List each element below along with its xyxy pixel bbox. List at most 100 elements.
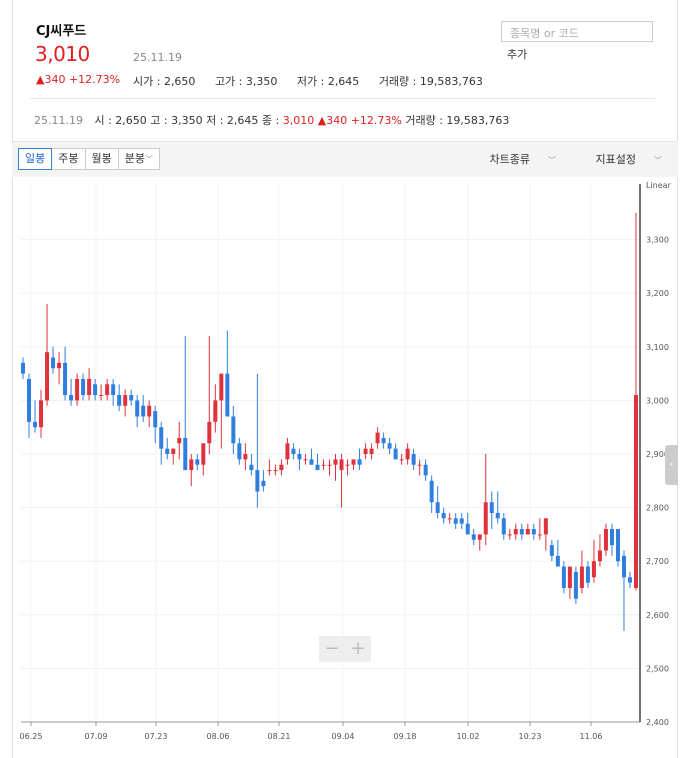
candle-body (189, 459, 194, 471)
candle-body (237, 443, 242, 460)
tab-weekly[interactable]: 주봉 (51, 148, 86, 170)
zoom-out-button[interactable]: − (319, 636, 345, 662)
candle-body (387, 443, 392, 449)
candle-body (549, 545, 554, 556)
candle-body (543, 518, 548, 535)
candle-body (411, 454, 416, 465)
candle-body (579, 566, 584, 588)
candle-body (471, 534, 476, 540)
period-tabs: 일봉 주봉 월봉 분봉﹀ (18, 148, 160, 170)
candle-body (333, 459, 338, 465)
summary-open: 시 : 2,650 (94, 114, 147, 127)
x-tick-label: 10.02 (457, 732, 480, 741)
candle-body (105, 384, 110, 396)
chevron-down-icon: ﹀ (548, 156, 557, 165)
candle-body (297, 454, 302, 460)
candle-body (405, 448, 410, 460)
candle-body (153, 411, 158, 428)
chart-toolbar: 일봉 주봉 월봉 분봉﹀ 차트종류 ﹀ 지표설정 ﹀ (12, 141, 678, 177)
y-tick-label: 3,100 (646, 343, 669, 352)
candle-body (177, 437, 182, 444)
x-tick-label: 11.06 (580, 732, 603, 741)
candle-body (123, 395, 128, 406)
candle-body (609, 529, 614, 546)
candle-body (327, 464, 332, 466)
candle-body (345, 464, 350, 466)
side-panel-toggle[interactable]: ‹ (665, 445, 678, 485)
candle-body (585, 566, 590, 583)
candle-body (634, 395, 638, 588)
add-button[interactable]: 추가 (507, 46, 527, 62)
candle-body (627, 577, 632, 583)
chart-type-menu[interactable]: 차트종류 ﹀ (472, 153, 556, 166)
tab-minute[interactable]: 분봉﹀ (117, 148, 160, 170)
open-price: 시가 : 2,650 (133, 75, 196, 88)
candle-body (597, 550, 602, 562)
candle-body (315, 464, 320, 471)
zoom-in-button[interactable]: + (345, 636, 371, 662)
candle-body (561, 566, 566, 588)
candle-body (213, 400, 218, 422)
candle-body (219, 373, 224, 401)
divider (30, 98, 655, 99)
candle-body (351, 459, 356, 465)
candle-body (141, 405, 146, 417)
candle-body (171, 448, 176, 454)
x-tick-label: 06.25 (20, 732, 43, 741)
y-tick-label: 3,200 (646, 289, 669, 298)
candle-body (99, 395, 104, 397)
chevron-left-icon: ‹ (669, 459, 674, 470)
x-tick-label: 09.18 (394, 732, 417, 741)
candle-body (75, 378, 80, 401)
candle-body (207, 421, 212, 444)
summary-low: 저 : 2,645 (206, 114, 259, 127)
summary-close: 3,010 (282, 114, 315, 127)
candle-body (93, 384, 98, 396)
stock-search-input[interactable]: 종목명 or 코드 (501, 21, 653, 42)
candle-body (21, 362, 25, 374)
candle-body (513, 529, 518, 535)
candle-body (69, 395, 74, 401)
summary-high: 고 : 3,350 (150, 114, 203, 127)
indicator-settings-menu[interactable]: 지표설정 ﹀ (578, 153, 662, 166)
candle-body (81, 378, 86, 396)
candle-body (393, 448, 398, 460)
candle-body (465, 523, 470, 535)
summary-change: ▲340 +12.73% (317, 114, 402, 127)
candlestick-chart[interactable]: 3,3003,2003,1003,0002,9002,8002,7002,600… (12, 176, 678, 758)
stock-name: CJ씨푸드 (36, 24, 87, 39)
indicator-settings-label: 지표설정 (595, 153, 636, 166)
candle-body (321, 464, 326, 466)
chart-tools: 차트종류 ﹀ 지표설정 ﹀ (454, 151, 662, 167)
candle-body (525, 529, 530, 535)
y-tick-label: 3,300 (646, 236, 669, 245)
candle-body (129, 395, 134, 401)
quote-date: 25.11.19 (133, 51, 182, 64)
candle-body (381, 437, 386, 444)
candle-body (483, 502, 488, 535)
tab-daily[interactable]: 일봉 (18, 148, 53, 170)
candle-body (45, 352, 50, 401)
candle-body (459, 518, 464, 524)
candle-body (117, 395, 122, 406)
tab-monthly[interactable]: 월봉 (84, 148, 119, 170)
volume: 거래량 : 19,583,763 (378, 75, 483, 88)
candle-body (57, 362, 62, 369)
candle-body (147, 405, 152, 417)
candle-body (555, 555, 560, 567)
candle-body (423, 464, 428, 476)
x-tick-label: 10.23 (519, 732, 542, 741)
candle-body (339, 459, 344, 471)
x-tick-label: 07.09 (85, 732, 108, 741)
candle-body (531, 529, 536, 535)
y-tick-label: 3,000 (646, 396, 669, 405)
x-tick-label: 09.04 (332, 732, 355, 741)
candle-body (453, 518, 458, 524)
candle-body (591, 561, 596, 578)
current-price: 3,010 (35, 42, 90, 66)
candle-body (399, 459, 404, 461)
candle-body (507, 534, 512, 536)
candle-body (51, 357, 56, 369)
candle-body (489, 502, 494, 513)
candle-body (447, 518, 452, 520)
